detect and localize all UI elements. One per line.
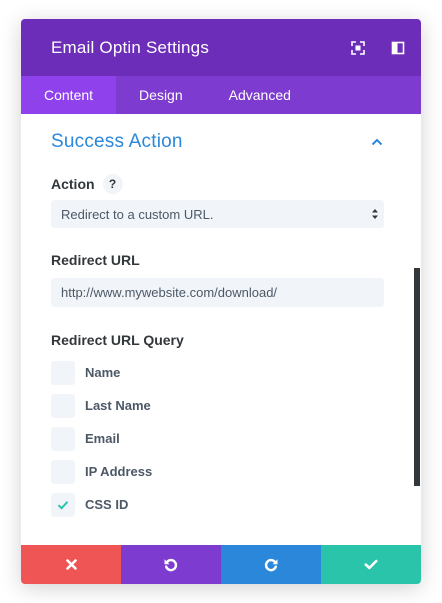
tab-bar: Content Design Advanced: [21, 76, 421, 114]
action-label-row: Action ?: [51, 174, 391, 194]
tab-content[interactable]: Content: [21, 76, 117, 114]
action-select[interactable]: Redirect to a custom URL.: [51, 200, 384, 228]
action-select-value: Redirect to a custom URL.: [61, 206, 214, 222]
checkbox-checked[interactable]: [51, 492, 75, 517]
scrollbar[interactable]: [414, 268, 420, 486]
undo-icon: [164, 558, 178, 571]
redirect-query-options: Name Last Name Email IP Address CSS ID: [51, 356, 391, 521]
redo-button[interactable]: [221, 545, 321, 584]
checkmark-icon: [364, 559, 378, 570]
query-option-css-id[interactable]: CSS ID: [51, 488, 391, 521]
action-label: Action: [51, 176, 95, 192]
settings-modal: Email Optin Settings Content Design Adva…: [21, 19, 421, 584]
option-label: IP Address: [85, 464, 153, 479]
undo-button[interactable]: [121, 545, 221, 584]
checkbox[interactable]: [51, 459, 75, 484]
chevron-up-icon: [371, 138, 383, 146]
tab-advanced[interactable]: Advanced: [206, 76, 314, 114]
dock-sidebar-icon: [391, 41, 405, 54]
query-option-email[interactable]: Email: [51, 422, 391, 455]
section-header[interactable]: Success Action: [51, 128, 391, 156]
cancel-button[interactable]: [21, 545, 121, 584]
modal-footer: [21, 545, 421, 584]
checkbox[interactable]: [51, 426, 75, 451]
select-arrows-icon: [372, 209, 378, 219]
redirect-url-input[interactable]: [51, 278, 384, 307]
help-icon[interactable]: ?: [102, 174, 123, 194]
option-label: CSS ID: [85, 497, 129, 512]
option-label: Email: [85, 431, 120, 446]
option-label: Last Name: [85, 398, 151, 413]
settings-panel: Success Action Action ? Redirect to a cu…: [21, 114, 421, 545]
close-icon: [65, 559, 77, 570]
query-option-ip-address[interactable]: IP Address: [51, 455, 391, 488]
expand-button[interactable]: [338, 28, 378, 68]
modal-title: Email Optin Settings: [51, 37, 210, 57]
option-label: Name: [85, 365, 121, 380]
query-option-last-name[interactable]: Last Name: [51, 389, 391, 422]
query-option-name[interactable]: Name: [51, 356, 391, 389]
dock-sidebar-button[interactable]: [378, 28, 418, 68]
redirect-url-label: Redirect URL: [51, 252, 140, 268]
redo-icon: [264, 558, 278, 571]
checkbox[interactable]: [51, 393, 75, 418]
tab-design[interactable]: Design: [116, 76, 206, 114]
save-button[interactable]: [321, 545, 421, 584]
redirect-query-label: Redirect URL Query: [51, 332, 184, 348]
section-title: Success Action: [51, 131, 183, 152]
checkbox[interactable]: [51, 360, 75, 385]
expand-icon: [351, 40, 365, 55]
modal-header: Email Optin Settings: [21, 19, 421, 76]
section-toggle[interactable]: [363, 128, 391, 156]
checkmark-icon: [57, 500, 69, 510]
